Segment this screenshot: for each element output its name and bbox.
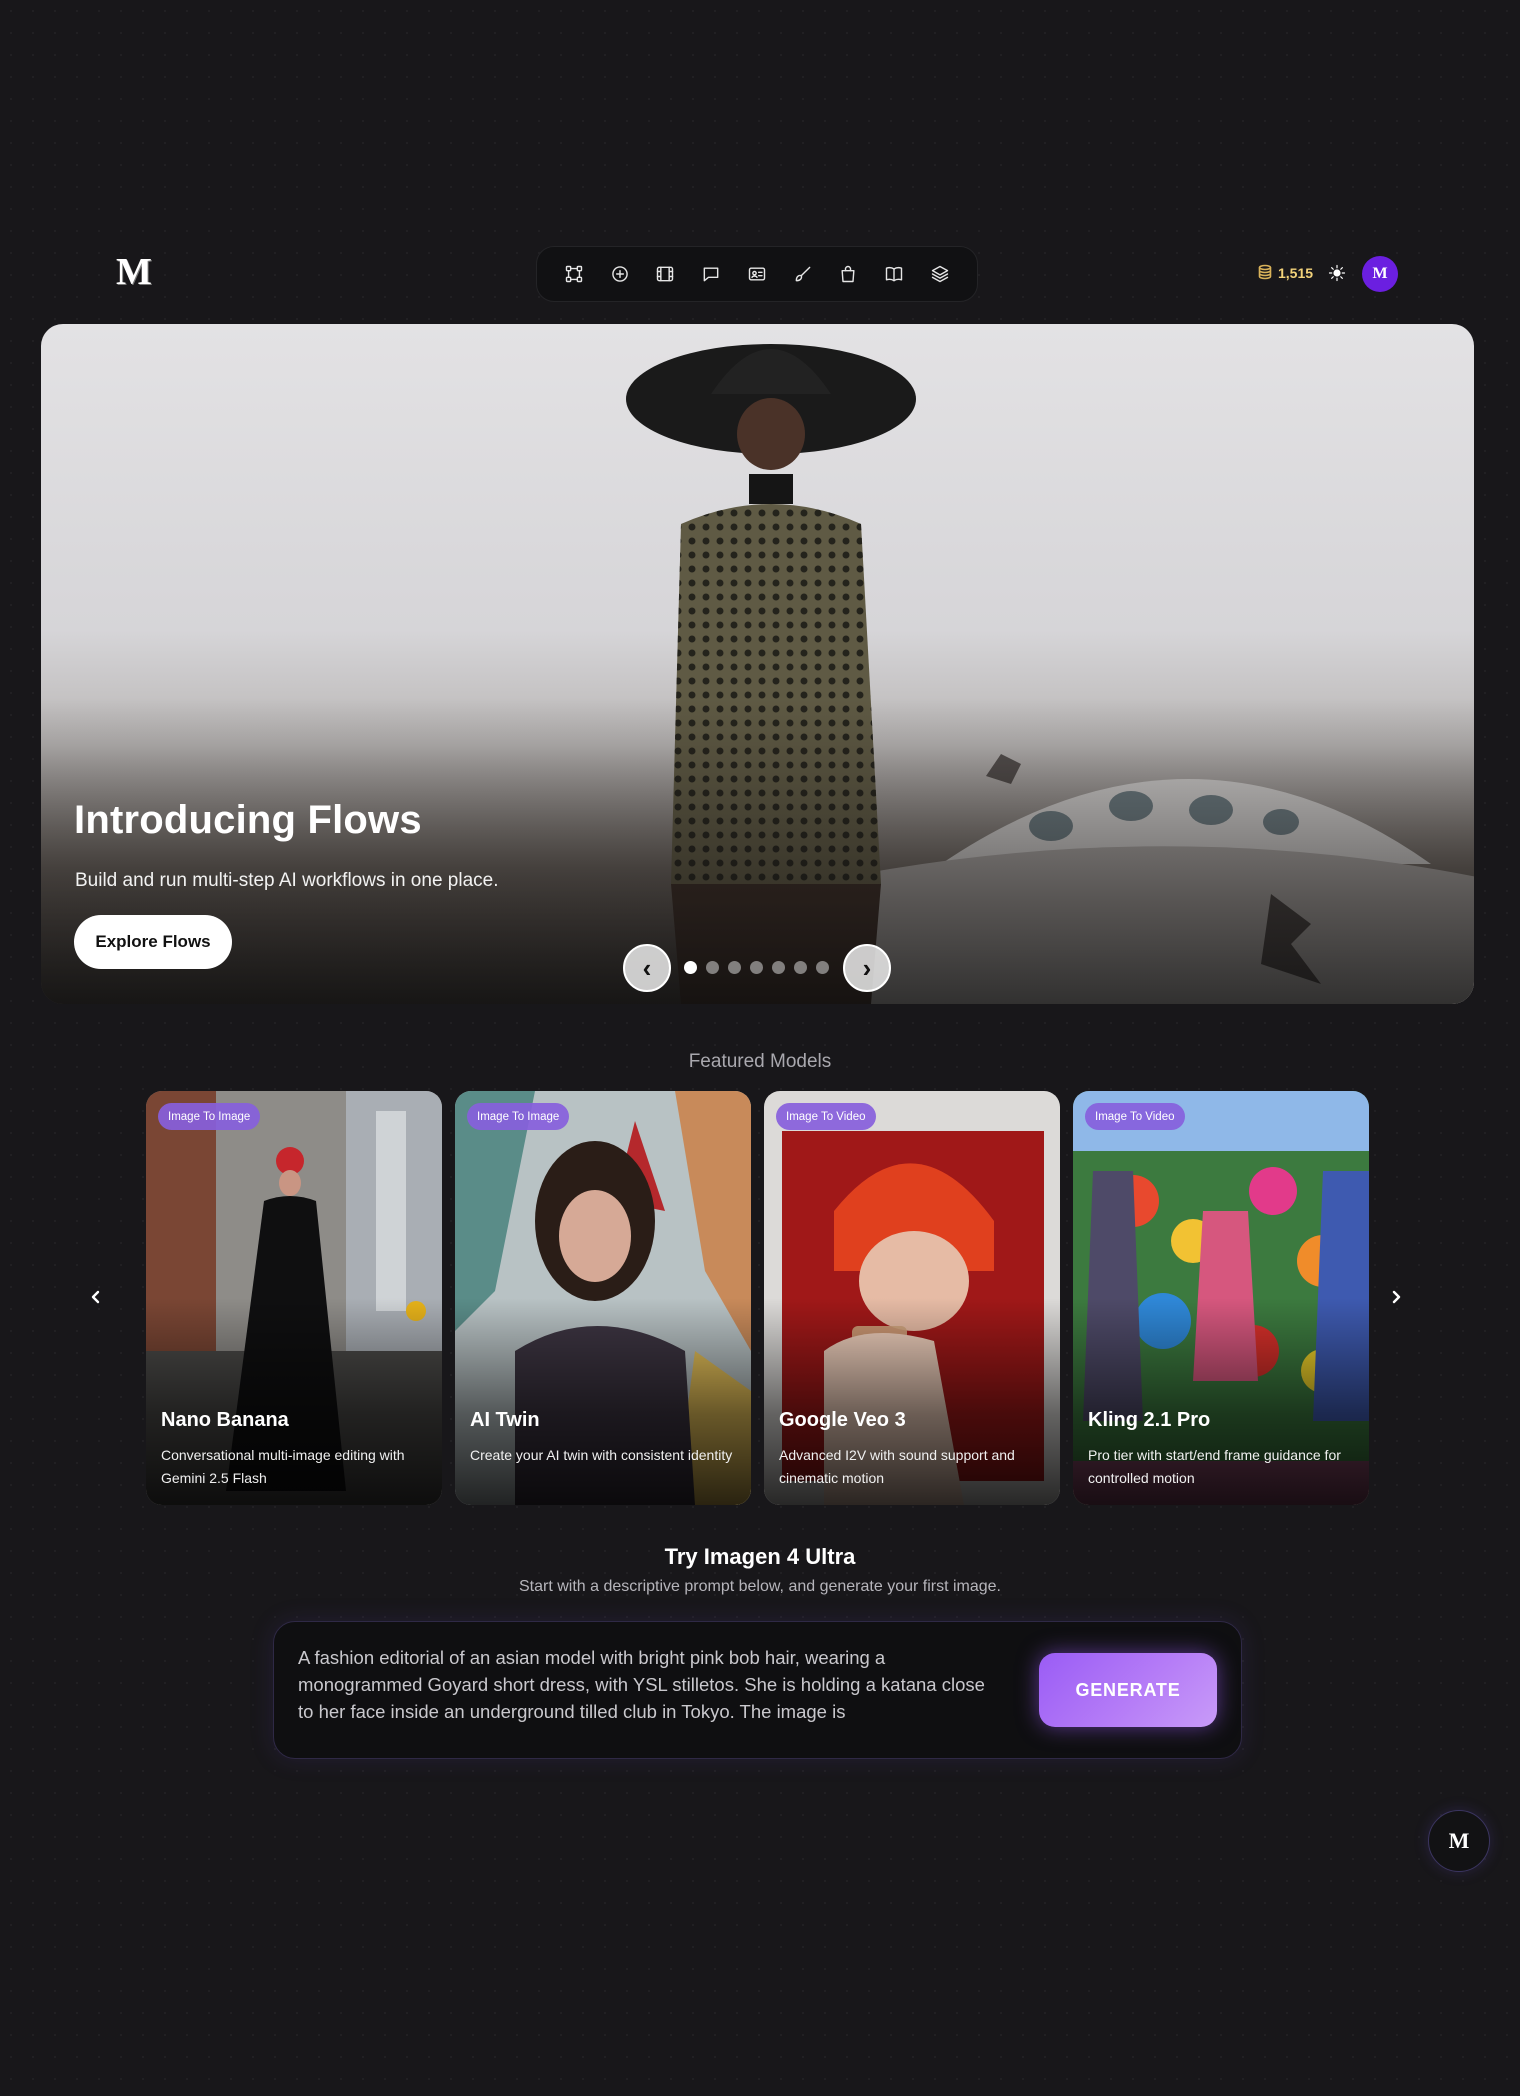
hero-gradient-overlay: [41, 324, 1474, 1004]
plus-circle-icon[interactable]: [607, 261, 633, 287]
brand-logo[interactable]: M: [116, 253, 162, 291]
hero-subtitle: Build and run multi-step AI workflows in…: [75, 870, 499, 891]
credits-value: 1,515: [1278, 265, 1314, 281]
id-card-icon[interactable]: [744, 261, 770, 287]
hero-dot[interactable]: [684, 961, 697, 974]
floating-brand-button[interactable]: M: [1428, 1810, 1490, 1872]
chat-icon[interactable]: [698, 261, 724, 287]
model-type-badge: Image To Image: [467, 1103, 570, 1130]
model-type-badge: Image To Video: [1085, 1103, 1185, 1130]
try-model-subtitle: Start with a descriptive prompt below, a…: [518, 1578, 1001, 1595]
hero-prev-button[interactable]: ‹: [623, 944, 671, 992]
model-card-ai-twin[interactable]: Image To Image AI Twin Create your AI tw…: [455, 1091, 751, 1505]
explore-flows-button[interactable]: Explore Flows: [74, 915, 232, 969]
hero-dot[interactable]: [772, 961, 785, 974]
model-name: AI Twin: [470, 1409, 540, 1431]
flows-icon[interactable]: [561, 261, 587, 287]
model-description: Advanced I2V with sound support and cine…: [779, 1447, 1015, 1486]
card-gradient: [1073, 1091, 1369, 1505]
main-toolbar: [536, 246, 978, 302]
model-card-kling-2-1-pro[interactable]: Image To Video Kling 2.1 Pro Pro tier wi…: [1073, 1091, 1369, 1505]
prompt-panel: A fashion editorial of an asian model wi…: [273, 1621, 1242, 1759]
card-gradient: [764, 1091, 1060, 1505]
model-description: Conversational multi-image editing with …: [161, 1447, 405, 1486]
try-model-heading: Try Imagen 4 Ultra: [664, 1544, 856, 1569]
shopping-bag-icon[interactable]: [835, 261, 861, 287]
hero-dot[interactable]: [728, 961, 741, 974]
model-description: Create your AI twin with consistent iden…: [470, 1447, 733, 1463]
model-card-google-veo-3[interactable]: Image To Video Google Veo 3 Advanced I2V…: [764, 1091, 1060, 1505]
model-card-nano-banana[interactable]: Image To Image Nano Banana Conversationa…: [146, 1091, 442, 1505]
layers-icon[interactable]: [927, 261, 953, 287]
avatar[interactable]: M: [1362, 256, 1398, 292]
hero-banner: Introducing Flows Build and run multi-st…: [41, 324, 1474, 1004]
model-name: Google Veo 3: [779, 1409, 906, 1431]
featured-models-heading: Featured Models: [688, 1051, 832, 1072]
card-gradient: [455, 1091, 751, 1505]
hero-dot[interactable]: [750, 961, 763, 974]
film-icon[interactable]: [652, 261, 678, 287]
chevron-right-icon[interactable]: [1384, 1285, 1408, 1309]
model-name: Nano Banana: [161, 1409, 289, 1431]
hero-dot[interactable]: [816, 961, 829, 974]
hero-dot[interactable]: [706, 961, 719, 974]
model-type-badge: Image To Image: [158, 1103, 261, 1130]
generate-button[interactable]: GENERATE: [1039, 1653, 1217, 1727]
card-gradient: [146, 1091, 442, 1505]
hero-title: Introducing Flows: [74, 798, 422, 842]
credits-counter[interactable]: 1,515: [1258, 262, 1313, 284]
model-name: Kling 2.1 Pro: [1088, 1409, 1211, 1431]
prompt-input[interactable]: A fashion editorial of an asian model wi…: [298, 1644, 998, 1736]
coins-icon: [1258, 264, 1272, 283]
book-icon[interactable]: [881, 261, 907, 287]
model-type-badge: Image To Video: [776, 1103, 876, 1130]
hero-pagination: [684, 961, 829, 974]
chevron-left-icon[interactable]: [84, 1285, 108, 1309]
sun-icon[interactable]: [1326, 262, 1348, 284]
hero-dot[interactable]: [794, 961, 807, 974]
hero-next-button[interactable]: ›: [843, 944, 891, 992]
model-description: Pro tier with start/end frame guidance f…: [1088, 1447, 1341, 1486]
brush-icon[interactable]: [790, 261, 816, 287]
